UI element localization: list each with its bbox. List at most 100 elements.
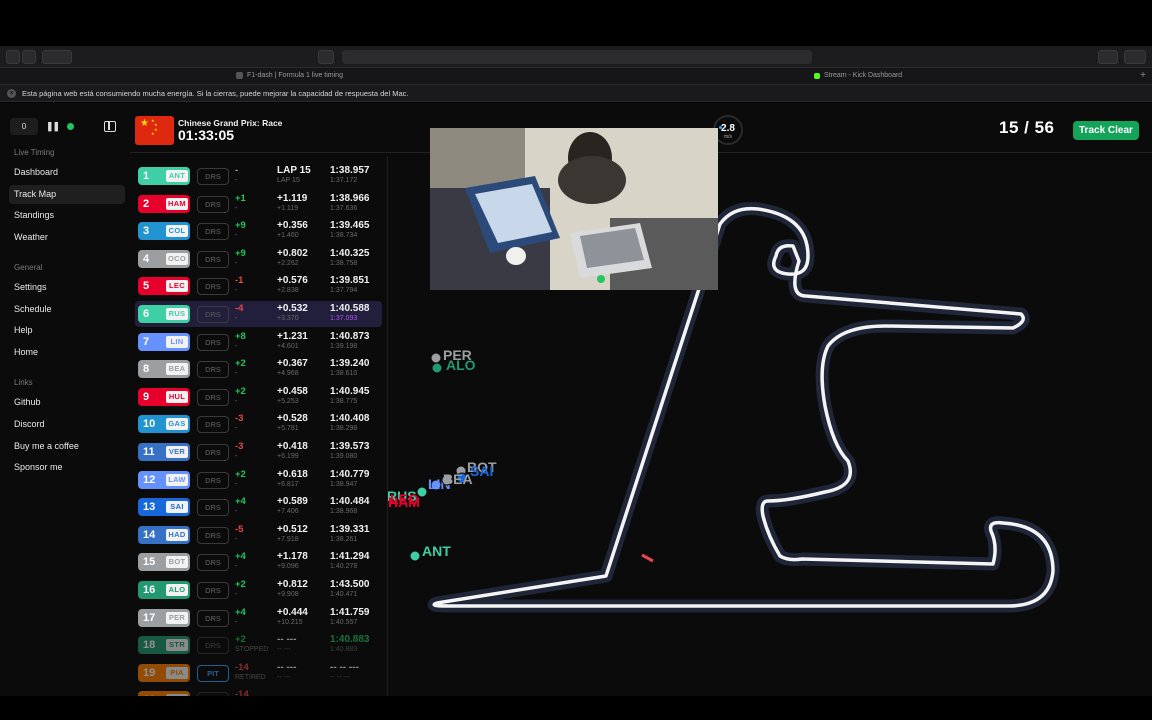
leaderboard: 1 ANT DRS - - LAP 15 LAP 15 1:38.957 1:37.172 2 HA… (130, 156, 388, 696)
driver-row[interactable]: 15 BOT DRS +4- +1.178 +9.096 1:41.294 1:40.278 (135, 549, 382, 575)
sidebar-item-dashboard[interactable]: Dashboard (9, 163, 125, 182)
best-lap-time: 1:38.968 (330, 508, 358, 516)
driver-row[interactable]: 11 VER DRS -3- +0.418 +6.199 1:39.573 1:39.080 (135, 439, 382, 465)
address-bar[interactable] (342, 50, 812, 64)
tab-bar: F1-dash | Formula 1 live timing Stream -… (0, 68, 1152, 85)
position-number: 8 (143, 363, 150, 376)
driver-code: COL (166, 225, 188, 238)
driver-status: - (235, 342, 238, 350)
webcam-overlay (430, 128, 718, 290)
position-badge: 9 HUL (138, 387, 190, 406)
driver-row[interactable]: 6 RUS DRS -4- +0.532 +3.370 1:40.588 1:37.093 (135, 301, 382, 327)
driver-row[interactable]: 2 HAM DRS +1- +1.119 +1.119 1:38.966 1:37.636 (135, 191, 382, 217)
drs-indicator: DRS (197, 195, 229, 213)
sidebar-item-standings[interactable]: Standings (9, 206, 125, 225)
driver-row[interactable]: 13 SAI DRS +4- +0.589 +7.406 1:40.484 1:38.968 (135, 494, 382, 520)
sidebar-item-home[interactable]: Home (9, 343, 125, 362)
sidebar-item-sponsor-me[interactable]: Sponsor me (9, 458, 125, 477)
sidebar-item-weather[interactable]: Weather (9, 228, 125, 247)
share-button[interactable] (1098, 50, 1118, 64)
sidebar-item-buy-me-a-coffee[interactable]: Buy me a coffee (9, 437, 125, 456)
driver-status: - (235, 177, 238, 184)
position-number: 4 (143, 252, 150, 265)
sidebar-collapse-icon[interactable] (104, 121, 116, 132)
driver-row[interactable]: 1 ANT DRS - - LAP 15 LAP 15 1:38.957 1:37.172 (135, 163, 382, 189)
drs-indicator: DRS (197, 637, 229, 655)
driver-row[interactable]: 19 PIA PIT -14 RETIRED -- --- -- --- -- -- --- -… (135, 660, 382, 686)
sidebar-item-help[interactable]: Help (9, 321, 125, 340)
drs-indicator: DRS (197, 526, 229, 544)
car-dot-alo (431, 362, 443, 374)
driver-status: - (235, 370, 238, 378)
driver-row[interactable]: 7 LIN DRS +8- +1.231 +4.601 1:40.873 1:39.198 (135, 329, 382, 355)
positions-gained: +1 (235, 192, 246, 204)
driver-row[interactable]: 4 OCO DRS +9- +0.802 +2.262 1:40.325 1:38.758 (135, 246, 382, 272)
positions-gained: +4 (235, 606, 246, 618)
wind-direction-icon (719, 126, 722, 129)
tab-title: F1-dash | Formula 1 live timing (247, 72, 343, 79)
driver-row[interactable]: 16 ALO DRS +2- +0.812 +9.908 1:43.500 1:40.471 (135, 577, 382, 603)
close-icon[interactable]: × (7, 88, 16, 98)
sidebar-item-discord[interactable]: Discord (9, 415, 125, 434)
tab-kick-dashboard[interactable]: Stream - Kick Dashboard (814, 72, 902, 79)
privacy-icon[interactable] (318, 50, 334, 64)
gap-to-ahead: +0.618 (277, 468, 308, 480)
driver-row[interactable]: 9 HUL DRS +2- +0.458 +5.253 1:40.945 1:38.775 (135, 384, 382, 410)
positions-gained: +8 (235, 330, 246, 342)
position-badge: 18 STR (138, 636, 190, 655)
sidebar-item-schedule[interactable]: Schedule (9, 300, 125, 319)
gap-to-leader: +3.370 (277, 315, 299, 322)
last-lap-time: 1:40.883 (330, 634, 370, 646)
gap-to-leader: +7.918 (277, 535, 299, 543)
driver-row[interactable]: 10 GAS DRS -3- +0.528 +5.781 1:40.408 1:38.298 (135, 411, 382, 437)
driver-status: - (235, 232, 238, 240)
driver-row[interactable]: 18 STR DRS +2 STOPPED -- --- -- --- 1:40.883 1:4… (135, 632, 382, 658)
driver-status: - (235, 315, 238, 322)
delay-input[interactable]: 0 (10, 118, 38, 135)
best-lap-time: 1:38.758 (330, 259, 358, 267)
tabs-overview-button[interactable] (1124, 50, 1146, 64)
driver-status: - (235, 591, 238, 598)
sidebar-item-track-map[interactable]: Track Map (9, 185, 125, 204)
drs-indicator: DRS (197, 471, 229, 489)
driver-row[interactable]: 20 NOR DRS -14 (135, 687, 382, 696)
position-number: 17 (143, 611, 156, 624)
positions-gained: +2 (235, 579, 246, 590)
positions-gained: +9 (235, 220, 246, 232)
position-number: 10 (143, 418, 156, 431)
positions-gained: -3 (235, 441, 244, 452)
gap-to-leader: +4.968 (277, 370, 299, 378)
driver-row[interactable]: 5 LEC DRS -1- +0.576 +2.838 1:39.851 1:37.794 (135, 273, 382, 299)
gap-to-ahead: +0.589 (277, 496, 308, 508)
tab-f1-dash[interactable]: F1-dash | Formula 1 live timing (236, 72, 343, 79)
positions-gained: +2 (235, 385, 246, 397)
drs-indicator: DRS (197, 306, 229, 323)
driver-row[interactable]: 3 COL DRS +9- +0.356 +1.460 1:39.465 1:38.734 (135, 218, 382, 244)
position-badge: 12 LAW (138, 470, 190, 489)
sidebar-item-settings[interactable]: Settings (9, 278, 125, 297)
driver-code: BEA (166, 363, 188, 376)
driver-row[interactable]: 8 BEA DRS +2- +0.367 +4.968 1:39.240 1:38.610 (135, 356, 382, 382)
driver-row[interactable]: 12 LAW DRS +2- +0.618 +6.817 1:40.779 1:38.947 (135, 467, 382, 493)
sidebar-toggle-browser[interactable] (42, 50, 72, 64)
back-button[interactable] (6, 50, 20, 64)
pause-icon[interactable]: ❚❚ (46, 121, 60, 132)
last-lap-time: 1:40.408 (330, 413, 370, 425)
driver-row[interactable]: 17 PER DRS +4- +0.444 +10.215 1:41.759 1:40.557 (135, 605, 382, 631)
driver-code: PIA (166, 666, 188, 679)
drs-indicator: DRS (197, 223, 229, 241)
position-badge: 4 OCO (138, 249, 190, 268)
best-lap-time: -- -- --- (330, 673, 351, 681)
gap-to-ahead: -- --- (277, 634, 297, 646)
position-badge: 5 LEC (138, 277, 190, 296)
positions-gained: +2 (235, 468, 246, 480)
live-status-icon (67, 123, 75, 130)
driver-row[interactable]: 14 HAD DRS -5- +0.512 +7.918 1:39.331 1:38.261 (135, 522, 382, 548)
driver-status: - (235, 425, 238, 433)
car-dot-per (430, 352, 442, 364)
forward-button[interactable] (22, 50, 36, 64)
last-lap-time: 1:39.573 (330, 441, 370, 452)
new-tab-icon[interactable]: + (1140, 70, 1146, 81)
sidebar-item-github[interactable]: Github (9, 393, 125, 412)
positions-gained: -5 (235, 523, 244, 535)
